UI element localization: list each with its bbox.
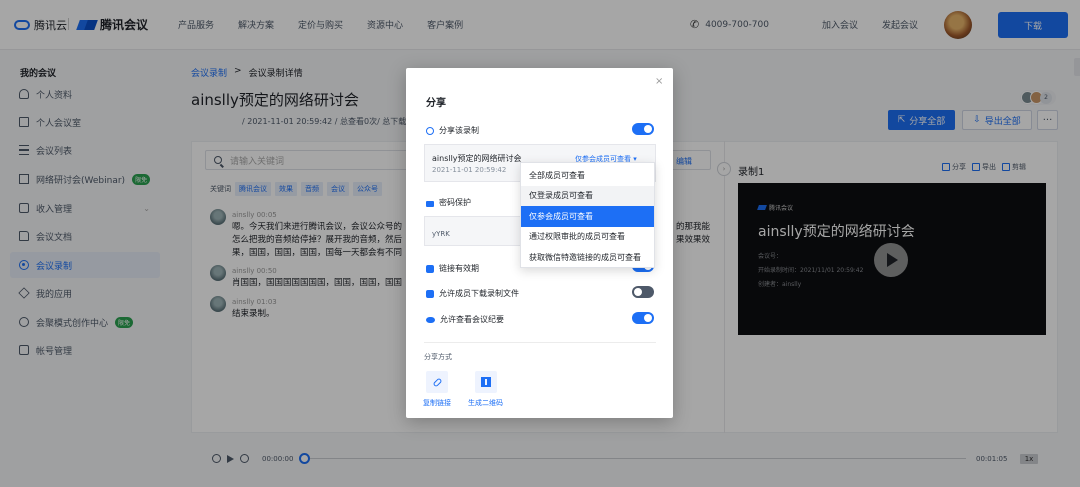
link-expiry-label: 链接有效期 <box>439 264 479 273</box>
copy-link-label: 复制链接 <box>423 399 451 407</box>
download-icon <box>426 289 434 298</box>
share-icon <box>426 126 434 135</box>
password-label: 密码保护 <box>439 198 471 207</box>
permission-option-all[interactable]: 全部成员可查看 <box>521 165 654 186</box>
lock-icon <box>426 200 434 207</box>
share-recording-label: 分享该录制 <box>439 126 479 135</box>
share-recording-row: 分享该录制 <box>426 125 479 136</box>
allow-download-row: 允许成员下载录制文件 <box>426 288 519 299</box>
calendar-icon <box>426 264 434 273</box>
divider <box>424 342 656 343</box>
permission-dropdown: 全部成员可查看 仅登录成员可查看 仅参会成员可查看 通过权限审批的成员可查看 获… <box>520 162 655 268</box>
allow-summary-label: 允许查看会议纪要 <box>440 315 504 324</box>
allow-download-label: 允许成员下载录制文件 <box>439 289 519 298</box>
allow-summary-row: 允许查看会议纪要 <box>426 314 504 325</box>
modal-title: 分享 <box>426 98 446 109</box>
qr-icon-wrap <box>474 371 497 393</box>
close-icon[interactable]: × <box>655 76 663 87</box>
allow-download-toggle[interactable] <box>632 286 654 298</box>
permission-option-approved[interactable]: 通过权限审批的成员可查看 <box>521 227 654 248</box>
link-icon <box>432 377 442 387</box>
record-time: 2021-11-01 20:59:42 <box>432 166 507 174</box>
eye-icon <box>426 316 435 323</box>
share-method-label: 分享方式 <box>424 353 452 361</box>
share-recording-toggle[interactable] <box>632 123 654 135</box>
link-icon-wrap <box>426 371 448 393</box>
qr-code-icon <box>480 377 491 387</box>
generate-qr-label: 生成二维码 <box>468 399 503 407</box>
password-row: 密码保护 <box>426 197 471 208</box>
permission-option-participants[interactable]: 仅参会成员可查看 <box>521 206 654 227</box>
link-expiry-row: 链接有效期 <box>426 263 479 274</box>
permission-option-wechat-invite[interactable]: 获取微信特邀链接的成员可查看 <box>521 247 654 268</box>
password-field[interactable]: yYRK <box>424 216 524 246</box>
generate-qr-button[interactable]: 生成二维码 <box>468 371 503 408</box>
record-name: ainslly预定的网络研讨会 <box>432 154 522 163</box>
copy-link-button[interactable]: 复制链接 <box>423 371 451 408</box>
allow-summary-toggle[interactable] <box>632 312 654 324</box>
permission-option-logged-in[interactable]: 仅登录成员可查看 <box>521 185 654 206</box>
